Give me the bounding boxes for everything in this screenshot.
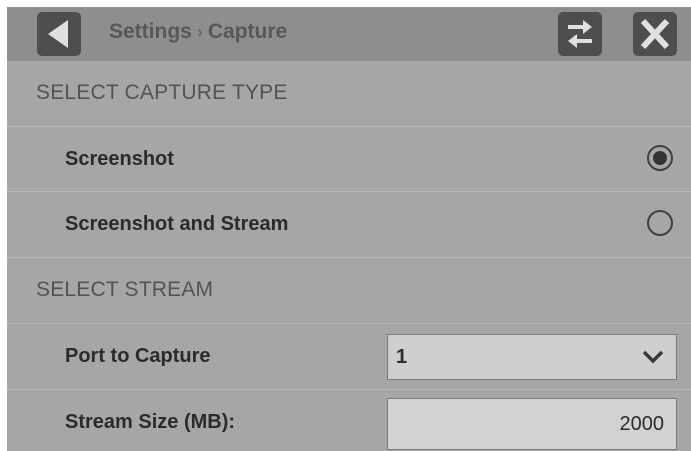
stream-size-input[interactable]: 2000 <box>387 398 677 450</box>
swap-button[interactable] <box>558 12 602 56</box>
port-select-value: 1 <box>396 346 408 368</box>
port-to-capture-select[interactable]: 1 <box>387 334 677 380</box>
back-button[interactable] <box>37 12 81 56</box>
stream-size-value: 2000 <box>619 413 665 435</box>
option-screenshot-and-stream[interactable]: Screenshot and Stream <box>7 191 691 256</box>
close-button[interactable] <box>633 12 677 56</box>
radio-screenshot-and-stream[interactable] <box>647 210 673 236</box>
back-triangle-icon <box>48 20 68 48</box>
port-to-capture-row: Port to Capture 1 <box>7 323 691 388</box>
port-to-capture-label: Port to Capture <box>65 345 211 367</box>
swap-arrows-icon <box>568 20 592 48</box>
breadcrumb-separator: › <box>196 22 203 42</box>
option-label-screenshot-and-stream: Screenshot and Stream <box>65 213 289 235</box>
header-bar: Settings › Capture <box>7 7 691 61</box>
stream-size-row: Stream Size (MB): 2000 <box>7 389 691 451</box>
close-x-icon <box>640 18 670 50</box>
breadcrumb-parent[interactable]: Settings <box>109 20 192 43</box>
breadcrumb-current: Capture <box>207 20 288 43</box>
option-screenshot[interactable]: Screenshot <box>7 126 691 191</box>
stream-section-header: SELECT STREAM <box>7 257 691 322</box>
chevron-down-icon <box>642 350 664 364</box>
stream-size-label: Stream Size (MB): <box>65 411 236 433</box>
breadcrumb: Settings › Capture <box>109 7 287 61</box>
capture-settings-panel: Settings › Capture SELECT CAPTURE TYPE Scr… <box>7 7 691 451</box>
section-title-stream: SELECT STREAM <box>36 278 214 301</box>
radio-screenshot[interactable] <box>647 145 673 171</box>
section-title-capture-type: SELECT CAPTURE TYPE <box>36 81 288 104</box>
option-label-screenshot: Screenshot <box>65 148 174 170</box>
capture-type-section-header: SELECT CAPTURE TYPE <box>7 61 691 126</box>
